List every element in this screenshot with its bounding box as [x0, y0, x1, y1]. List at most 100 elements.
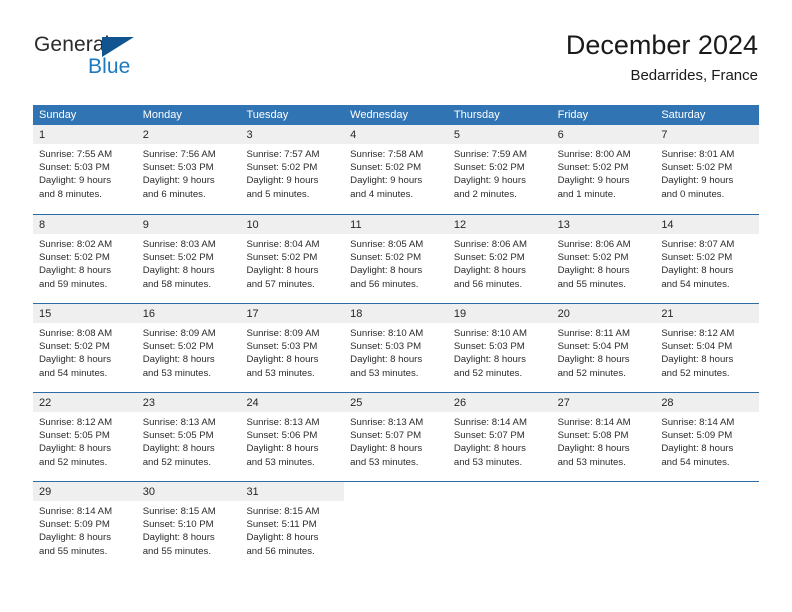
- day-number-bar: 15: [33, 304, 137, 323]
- sunrise-text: Sunrise: 7:57 AM: [246, 149, 320, 160]
- sunrise-text: Sunrise: 8:09 AM: [246, 328, 320, 339]
- calendar-day-cell[interactable]: 14 Sunrise: 8:07 AM Sunset: 5:02 PM Dayligh…: [655, 215, 760, 303]
- calendar-day-cell[interactable]: 22 Sunrise: 8:12 AM Sunset: 5:05 PM Dayligh…: [33, 393, 137, 481]
- calendar-day-cell[interactable]: 1 Sunrise: 7:55 AM Sunset: 5:03 PM Daylight…: [33, 125, 137, 214]
- sunset-text: Sunset: 5:03 PM: [39, 162, 110, 174]
- daylight-text-line2: and 56 minutes.: [350, 278, 419, 290]
- day-details: Sunrise: 8:08 AM Sunset: 5:02 PM Daylight:…: [33, 323, 137, 380]
- sunset-text: Sunset: 5:05 PM: [39, 430, 110, 442]
- calendar-body: 1 Sunrise: 7:55 AM Sunset: 5:03 PM Daylight…: [33, 125, 760, 570]
- daylight-text-line1: Daylight: 8 hours: [39, 532, 111, 544]
- calendar-day-cell[interactable]: 23 Sunrise: 8:13 AM Sunset: 5:05 PM Dayligh…: [136, 393, 241, 481]
- weekday-header-friday: Friday: [557, 109, 589, 121]
- calendar-day-cell[interactable]: 8 Sunrise: 8:02 AM Sunset: 5:02 PM Daylight…: [33, 215, 137, 303]
- daylight-text-line2: and 2 minutes.: [453, 188, 517, 200]
- calendar-day-cell[interactable]: 31 Sunrise: 8:15 AM Sunset: 5:11 PM Dayligh…: [240, 482, 345, 570]
- day-details: Sunrise: 8:14 AM Sunset: 5:09 PM Daylight:…: [655, 412, 759, 469]
- calendar-day-cell[interactable]: 20 Sunrise: 8:11 AM Sunset: 5:04 PM Dayligh…: [551, 304, 656, 392]
- calendar-week-row: 22 Sunrise: 8:12 AM Sunset: 5:05 PM Dayligh…: [33, 392, 760, 481]
- day-number: 12: [453, 219, 467, 231]
- calendar-day-cell[interactable]: 10 Sunrise: 8:04 AM Sunset: 5:02 PM Dayligh…: [240, 215, 345, 303]
- calendar-day-cell[interactable]: 18 Sunrise: 8:10 AM Sunset: 5:03 PM Dayligh…: [344, 304, 448, 392]
- daylight-text-line1: Daylight: 9 hours: [350, 175, 423, 187]
- day-details: Sunrise: 8:14 AM Sunset: 5:08 PM Daylight:…: [552, 412, 656, 469]
- sunset-text: Sunset: 5:11 PM: [246, 519, 317, 531]
- logo-triangle-icon: [102, 37, 134, 57]
- day-number: 7: [661, 129, 668, 141]
- day-number-bar: 29: [33, 482, 137, 501]
- daylight-text-line1: Daylight: 8 hours: [453, 265, 526, 277]
- calendar-day-cell[interactable]: 27 Sunrise: 8:14 AM Sunset: 5:08 PM Dayligh…: [551, 393, 656, 481]
- general-blue-logo[interactable]: General Blue: [34, 33, 214, 83]
- calendar-day-cell[interactable]: 26 Sunrise: 8:14 AM Sunset: 5:07 PM Dayligh…: [447, 393, 552, 481]
- calendar-day-cell[interactable]: 25 Sunrise: 8:13 AM Sunset: 5:07 PM Dayligh…: [344, 393, 448, 481]
- day-details: Sunrise: 8:00 AM Sunset: 5:02 PM Daylight:…: [552, 144, 656, 201]
- calendar-day-cell[interactable]: 15 Sunrise: 8:08 AM Sunset: 5:02 PM Dayligh…: [33, 304, 137, 392]
- day-details: Sunrise: 8:10 AM Sunset: 5:03 PM Daylight:…: [448, 323, 552, 380]
- day-details: Sunrise: 8:03 AM Sunset: 5:02 PM Daylight:…: [137, 234, 241, 291]
- day-number: 18: [350, 308, 363, 320]
- day-number-bar: 31: [240, 482, 345, 501]
- sunset-text: Sunset: 5:09 PM: [661, 430, 733, 442]
- calendar-day-cell[interactable]: 16 Sunrise: 8:09 AM Sunset: 5:02 PM Dayligh…: [136, 304, 241, 392]
- daylight-text-line1: Daylight: 8 hours: [557, 265, 630, 277]
- calendar-day-cell[interactable]: 21 Sunrise: 8:12 AM Sunset: 5:04 PM Dayligh…: [655, 304, 760, 392]
- daylight-text-line2: and 52 minutes.: [557, 367, 626, 379]
- day-number: 23: [142, 397, 155, 409]
- sunrise-text: Sunrise: 8:01 AM: [661, 149, 735, 160]
- sunset-text: Sunset: 5:04 PM: [557, 341, 629, 353]
- calendar-day-cell[interactable]: 3 Sunrise: 7:57 AM Sunset: 5:02 PM Daylight…: [240, 125, 345, 214]
- sunset-text: Sunset: 5:04 PM: [661, 341, 733, 353]
- weekday-header-saturday: Saturday: [661, 109, 706, 121]
- day-details: Sunrise: 8:13 AM Sunset: 5:07 PM Daylight:…: [344, 412, 448, 469]
- daylight-text-line2: and 52 minutes.: [453, 367, 523, 379]
- calendar-day-cell[interactable]: 7 Sunrise: 8:01 AM Sunset: 5:02 PM Daylight…: [655, 125, 760, 214]
- calendar-day-cell[interactable]: 2 Sunrise: 7:56 AM Sunset: 5:03 PM Daylight…: [136, 125, 241, 214]
- calendar-day-cell[interactable]: 29 Sunrise: 8:14 AM Sunset: 5:09 PM Dayligh…: [33, 482, 137, 570]
- calendar-day-cell[interactable]: 4 Sunrise: 7:58 AM Sunset: 5:02 PM Daylight…: [344, 125, 448, 214]
- sunset-text: Sunset: 5:03 PM: [142, 162, 214, 174]
- sunset-text: Sunset: 5:02 PM: [350, 162, 422, 174]
- calendar-week-row: 15 Sunrise: 8:08 AM Sunset: 5:02 PM Dayligh…: [33, 303, 760, 392]
- day-number-bar: 5: [447, 125, 552, 144]
- daylight-text-line2: and 4 minutes.: [350, 188, 414, 200]
- sunset-text: Sunset: 5:08 PM: [557, 430, 629, 442]
- sunset-text: Sunset: 5:02 PM: [453, 252, 525, 264]
- day-number-bar: [655, 482, 759, 501]
- day-number-bar: 16: [136, 304, 241, 323]
- calendar-day-cell[interactable]: 13 Sunrise: 8:06 AM Sunset: 5:02 PM Dayligh…: [551, 215, 656, 303]
- daylight-text-line2: and 1 minute.: [557, 188, 616, 200]
- calendar-day-cell-empty: [344, 482, 448, 570]
- day-number-bar: 19: [447, 304, 552, 323]
- weekday-header-tuesday: Tuesday: [246, 109, 289, 121]
- calendar-day-cell[interactable]: 17 Sunrise: 8:09 AM Sunset: 5:03 PM Dayligh…: [240, 304, 345, 392]
- daylight-text-line2: and 54 minutes.: [661, 456, 730, 468]
- day-details: Sunrise: 8:14 AM Sunset: 5:09 PM Daylight:…: [33, 501, 137, 558]
- day-number: 13: [557, 219, 570, 231]
- day-number-bar: 26: [447, 393, 552, 412]
- calendar-day-cell[interactable]: 24 Sunrise: 8:13 AM Sunset: 5:06 PM Dayligh…: [240, 393, 345, 481]
- day-details: Sunrise: 8:13 AM Sunset: 5:05 PM Daylight:…: [137, 412, 241, 469]
- calendar-day-cell[interactable]: 19 Sunrise: 8:10 AM Sunset: 5:03 PM Dayligh…: [447, 304, 552, 392]
- day-number-bar: 24: [240, 393, 345, 412]
- sunrise-text: Sunrise: 8:10 AM: [350, 328, 424, 339]
- day-number-bar: 28: [655, 393, 760, 412]
- calendar-day-cell[interactable]: 12 Sunrise: 8:06 AM Sunset: 5:02 PM Dayligh…: [447, 215, 552, 303]
- day-number: 1: [39, 129, 46, 141]
- sunrise-text: Sunrise: 8:02 AM: [39, 239, 113, 250]
- day-number-bar: 11: [344, 215, 448, 234]
- day-details: Sunrise: 8:05 AM Sunset: 5:02 PM Daylight:…: [344, 234, 448, 291]
- day-number: 25: [350, 397, 363, 409]
- sunrise-text: Sunrise: 7:56 AM: [142, 149, 216, 160]
- calendar-day-cell[interactable]: 28 Sunrise: 8:14 AM Sunset: 5:09 PM Dayligh…: [655, 393, 760, 481]
- calendar-day-cell[interactable]: 11 Sunrise: 8:05 AM Sunset: 5:02 PM Dayligh…: [344, 215, 448, 303]
- day-details: Sunrise: 7:58 AM Sunset: 5:02 PM Daylight:…: [344, 144, 448, 201]
- sunrise-text: Sunrise: 8:00 AM: [557, 149, 631, 160]
- day-number: 19: [453, 308, 467, 320]
- calendar-day-cell[interactable]: 5 Sunrise: 7:59 AM Sunset: 5:02 PM Daylight…: [447, 125, 552, 214]
- calendar-day-cell[interactable]: 6 Sunrise: 8:00 AM Sunset: 5:02 PM Daylight…: [551, 125, 656, 214]
- calendar-day-cell[interactable]: 9 Sunrise: 8:03 AM Sunset: 5:02 PM Daylight…: [136, 215, 241, 303]
- day-details: Sunrise: 8:04 AM Sunset: 5:02 PM Daylight:…: [240, 234, 344, 291]
- day-number: 14: [661, 219, 674, 231]
- calendar-day-cell[interactable]: 30 Sunrise: 8:15 AM Sunset: 5:10 PM Dayligh…: [136, 482, 241, 570]
